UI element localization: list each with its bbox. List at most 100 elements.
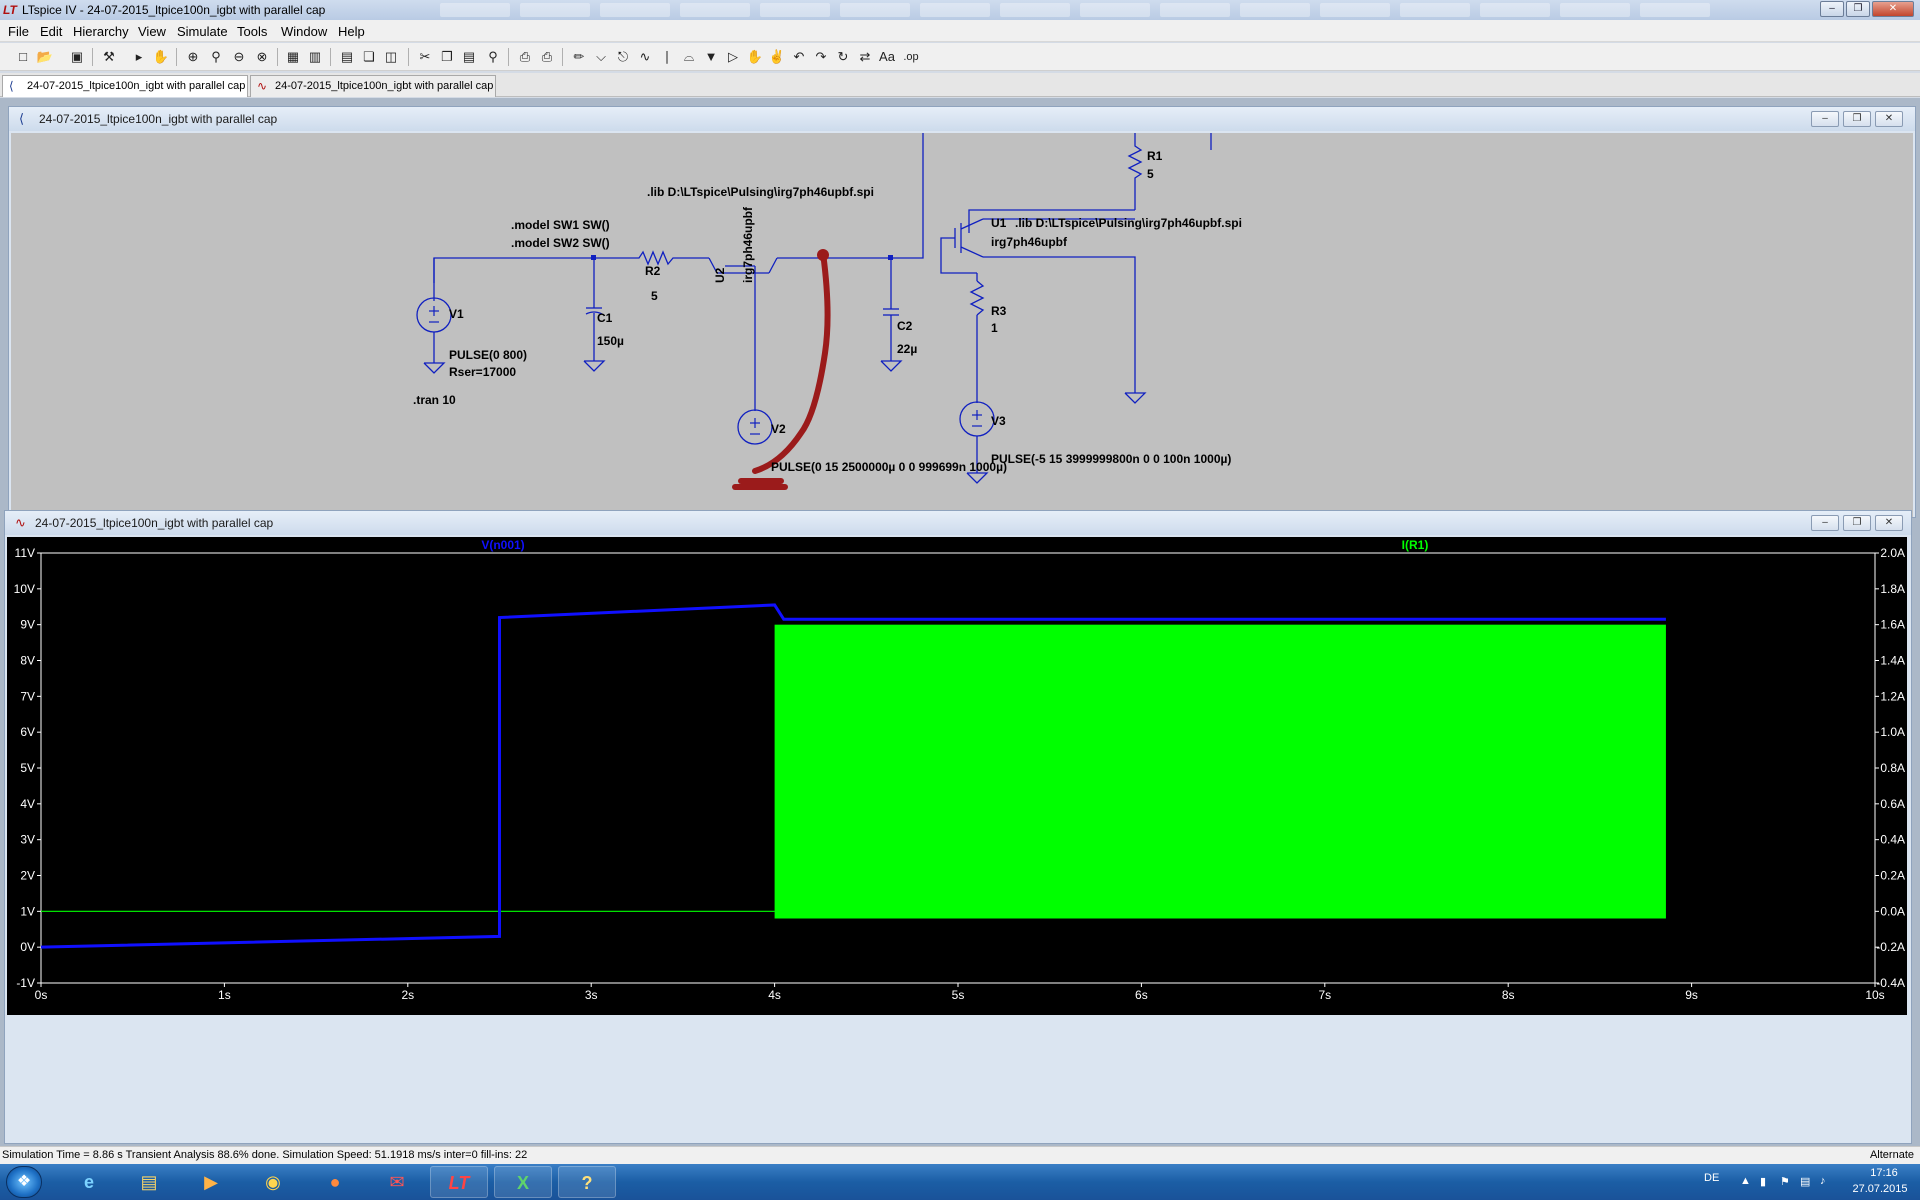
control-panel-icon[interactable]: ⚒	[100, 48, 118, 66]
start-button[interactable]: ❖	[6, 1166, 42, 1198]
display-icon[interactable]: ▤	[1800, 1175, 1810, 1188]
new-schematic-icon[interactable]: □	[14, 48, 32, 66]
ground-icon[interactable]: ⌵	[592, 48, 610, 66]
spice-directive-icon[interactable]: .op	[902, 48, 920, 66]
help-button[interactable]: ?	[558, 1166, 616, 1198]
wire-icon[interactable]: ✏	[570, 48, 588, 66]
y-left-tick-label: 1V	[20, 904, 35, 918]
component-icon[interactable]: ▷	[724, 48, 742, 66]
current-trace-band[interactable]	[774, 624, 1666, 919]
trace-label-current[interactable]: I(R1)	[1402, 538, 1429, 552]
y-right-tick-label: 2.0A	[1880, 546, 1905, 560]
minimize-button[interactable]: –	[1811, 111, 1839, 127]
tab-waveform[interactable]: ∿ 24-07-2015_ltpice100n_igbt with parall…	[250, 75, 496, 97]
network-icon[interactable]: ▮	[1760, 1175, 1766, 1188]
label-r1-value: 5	[1147, 167, 1154, 181]
tab-schematic[interactable]: ⟨ 24-07-2015_ltpice100n_igbt with parall…	[2, 75, 248, 97]
tray-expand-icon[interactable]: ▲	[1740, 1175, 1751, 1187]
drag-icon[interactable]: ✌	[768, 48, 786, 66]
label-v1-pulse: PULSE(0 800)	[449, 348, 527, 362]
clock-date[interactable]: 27.07.2015	[1844, 1183, 1916, 1195]
tile-horizontal-icon[interactable]: ▤	[338, 48, 356, 66]
y-left-tick-label: 8V	[20, 654, 35, 668]
restore-button[interactable]: ❐	[1843, 111, 1871, 127]
diode-icon[interactable]: ▼	[702, 48, 720, 66]
copy-icon[interactable]: ❐	[438, 48, 456, 66]
zoom-in-icon[interactable]: ⊕	[184, 48, 202, 66]
background-tab	[600, 3, 670, 17]
cascade-icon[interactable]: ❏	[360, 48, 378, 66]
file-explorer-button[interactable]: ▤	[120, 1166, 178, 1198]
language-indicator[interactable]: DE	[1704, 1172, 1719, 1184]
move-icon[interactable]: ✋	[746, 48, 764, 66]
label-r3: R3	[991, 304, 1007, 318]
menu-tools[interactable]: Tools	[237, 24, 267, 39]
menu-window[interactable]: Window	[281, 24, 327, 39]
label-net-icon[interactable]: ⎋	[614, 48, 632, 66]
pan-icon[interactable]: ✋	[152, 48, 170, 66]
close-button[interactable]: ✕	[1875, 111, 1903, 127]
save-icon[interactable]: ▣	[68, 48, 86, 66]
resistor-icon[interactable]: ∿	[636, 48, 654, 66]
mark-icon[interactable]: ▥	[306, 48, 324, 66]
menu-hierarchy[interactable]: Hierarchy	[73, 24, 129, 39]
schematic-window-titlebar: ⟨ 24-07-2015_ltpice100n_igbt with parall…	[9, 107, 1915, 131]
media-player-button[interactable]: ▶	[182, 1166, 240, 1198]
background-tab	[520, 3, 590, 17]
menu-help[interactable]: Help	[338, 24, 365, 39]
text-icon[interactable]: Aa	[878, 48, 896, 66]
trace-label-voltage[interactable]: V(n001)	[481, 538, 524, 552]
zoom-back-icon[interactable]: ⚲	[207, 48, 225, 66]
mirror-icon[interactable]: ⇄	[856, 48, 874, 66]
rotate-icon[interactable]: ↻	[834, 48, 852, 66]
autoscale-icon[interactable]: ▦	[284, 48, 302, 66]
redo-icon[interactable]: ↷	[812, 48, 830, 66]
find-icon[interactable]: ⚲	[484, 48, 502, 66]
print-icon[interactable]: ⎙	[538, 48, 556, 66]
run-icon[interactable]: ▸	[130, 48, 148, 66]
zoom-out-icon[interactable]: ⊖	[230, 48, 248, 66]
schematic-drawing[interactable]: V1 PULSE(0 800) Rser=17000 .tran 10 C1 1…	[11, 133, 1913, 517]
restore-button[interactable]: ❐	[1846, 1, 1870, 17]
restore-icon: ❐	[1852, 113, 1862, 124]
print-setup-icon[interactable]: ⎙	[516, 48, 534, 66]
y-right-tick-label: 1.4A	[1880, 654, 1905, 668]
waveform-icon: ∿	[15, 515, 26, 530]
excel-button[interactable]: X	[494, 1166, 552, 1198]
undo-icon[interactable]: ↶	[790, 48, 808, 66]
close-button[interactable]: ✕	[1872, 1, 1914, 17]
schematic-canvas[interactable]: V1 PULSE(0 800) Rser=17000 .tran 10 C1 1…	[11, 133, 1913, 517]
menu-view[interactable]: View	[138, 24, 166, 39]
current-trace[interactable]	[41, 866, 775, 912]
cut-icon[interactable]: ✂	[416, 48, 434, 66]
ltspice-button[interactable]: LT	[430, 1166, 488, 1198]
x-tick-label: 3s	[585, 988, 598, 1002]
restore-button[interactable]: ❐	[1843, 515, 1871, 531]
open-icon[interactable]: 📂	[36, 48, 54, 66]
zoom-fit-icon[interactable]: ⊗	[253, 48, 271, 66]
internet-explorer-button[interactable]: e	[60, 1166, 118, 1198]
minimize-button[interactable]: –	[1820, 1, 1844, 17]
chrome-button[interactable]: ◉	[244, 1166, 302, 1198]
capacitor-icon[interactable]: ∣	[658, 48, 676, 66]
tile-vertical-icon[interactable]: ◫	[382, 48, 400, 66]
firefox-button[interactable]: ●	[306, 1166, 364, 1198]
inductor-icon[interactable]: ⌓	[680, 48, 698, 66]
action-center-icon[interactable]: ⚑	[1780, 1175, 1790, 1188]
clock-time[interactable]: 17:16	[1854, 1167, 1914, 1179]
x-tick-label: 1s	[218, 988, 231, 1002]
menu-edit[interactable]: Edit	[40, 24, 62, 39]
waveform-chart[interactable]: 11V 10V 9V 8V 7V 6V 5V 4V 3V 2V 1V 0V -1V 2.0A 1.8A 1.6…	[7, 537, 1907, 1015]
mail-button[interactable]: ✉	[368, 1166, 426, 1198]
y-right-tick-label: 0.0A	[1880, 904, 1905, 918]
background-tab	[1080, 3, 1150, 17]
close-button[interactable]: ✕	[1875, 515, 1903, 531]
volume-icon[interactable]: ♪	[1820, 1175, 1826, 1187]
menu-file[interactable]: File	[8, 24, 29, 39]
x-tick-label: 7s	[1318, 988, 1331, 1002]
status-text: Simulation Time = 8.86 s Transient Analy…	[2, 1149, 528, 1161]
menu-simulate[interactable]: Simulate	[177, 24, 228, 39]
paste-icon[interactable]: ▤	[460, 48, 478, 66]
waveform-plot[interactable]: 11V 10V 9V 8V 7V 6V 5V 4V 3V 2V 1V 0V -1V 2.0A 1.8A 1.6…	[7, 537, 1907, 1015]
minimize-button[interactable]: –	[1811, 515, 1839, 531]
